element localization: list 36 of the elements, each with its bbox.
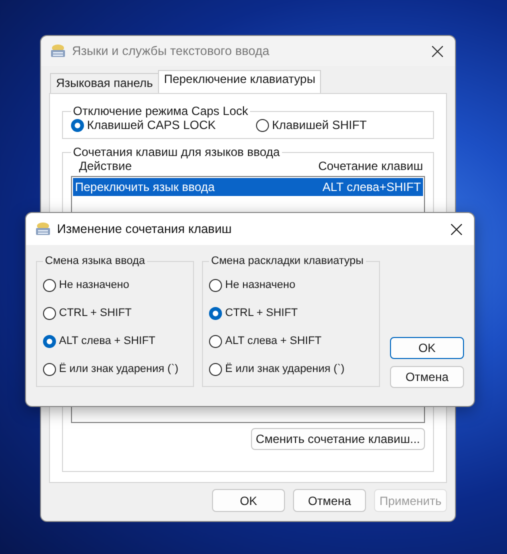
group-title: Отключение режима Caps Lock [72,104,250,118]
radio-label: Ё или знак ударения (`) [59,363,178,375]
change-hotkey-button[interactable]: Сменить сочетание клавиш... [250,428,425,450]
radio-label: ALT слева + SHIFT [225,335,322,347]
column-header: Действие [79,159,132,173]
window-title: Языки и службы текстового ввода [72,44,270,58]
dialog-button[interactable]: OK [390,337,464,359]
radio-label: CTRL + SHIFT [59,307,132,319]
radio-label: Не назначено [225,279,296,291]
radio-option[interactable]: Не назначено [43,271,190,299]
radio-option[interactable]: ALT слева + SHIFT [43,327,190,355]
group-title: Смена языка ввода [44,255,146,267]
radio-option[interactable]: ALT слева + SHIFT [209,327,375,355]
tab[interactable]: Языковая панель [50,73,159,93]
radio-option[interactable]: Ё или знак ударения (`) [43,355,190,383]
tab[interactable]: Переключение клавиатуры [158,70,322,93]
radio-label: Не назначено [59,279,130,291]
dialog-button[interactable]: Отмена [390,366,464,388]
radio-label: Клавишей CAPS LOCK [87,118,216,132]
action-text: Переключить язык ввода [75,180,215,194]
radio-option[interactable]: CTRL + SHIFT [209,299,375,327]
group-title: Сочетания клавиш для языков ввода [72,145,281,159]
radio-option[interactable]: Ё или знак ударения (`) [209,355,375,383]
radio-label: ALT слева + SHIFT [59,335,156,347]
radio-option[interactable]: CTRL + SHIFT [43,299,190,327]
radio-option[interactable]: Не назначено [209,271,375,299]
dialog-button[interactable]: OK [212,489,285,512]
column-header: Сочетание клавиш [318,159,423,173]
dialog-button[interactable]: Отмена [293,489,366,512]
radio-option[interactable]: Клавишей CAPS LOCK [71,118,256,132]
dialog-title: Изменение сочетания клавиш [57,222,233,236]
hotkey-text: ALT слева+SHIFT [322,180,421,194]
group-title: Смена раскладки клавиатуры [210,255,365,267]
list-row[interactable]: Переключить язык ввода ALT слева+SHIFT [73,178,423,196]
radio-label: Ё или знак ударения (`) [225,363,345,375]
radio-label: CTRL + SHIFT [225,307,298,319]
